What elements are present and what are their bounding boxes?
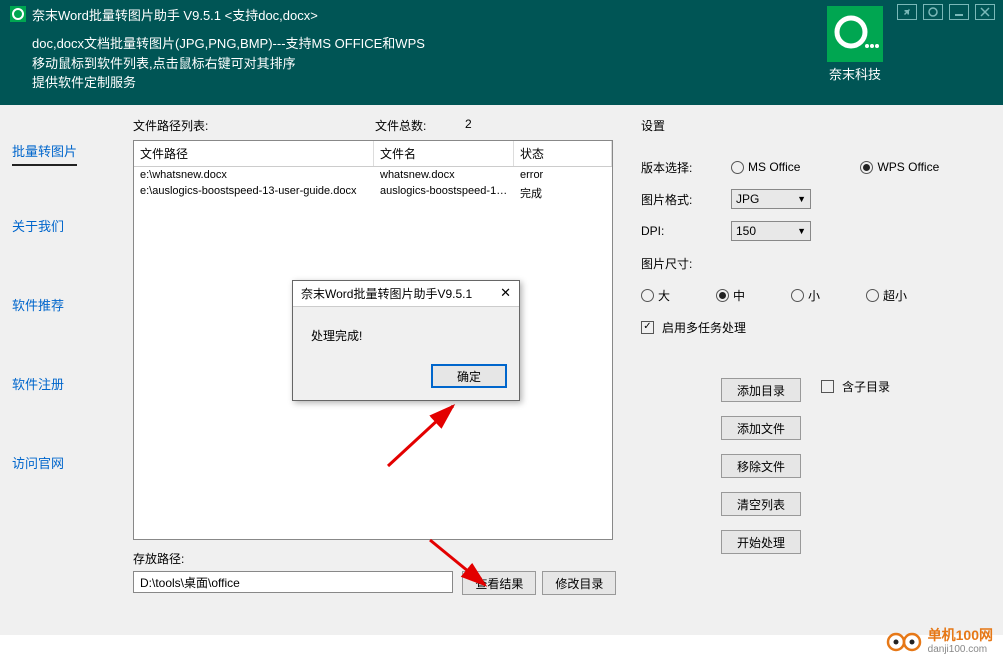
file-list-label: 文件路径列表:	[133, 117, 375, 134]
completion-dialog: 奈末Word批量转图片助手V9.5.1 ✕ 处理完成! 确定	[292, 280, 520, 401]
file-count-value: 2	[465, 117, 472, 134]
radio-size-large[interactable]: 大	[641, 287, 670, 304]
app-title: 奈末Word批量转图片助手 V9.5.1 <支持doc,docx>	[32, 5, 318, 24]
app-icon	[10, 6, 26, 22]
radio-size-small[interactable]: 小	[791, 287, 820, 304]
close-button[interactable]	[975, 4, 995, 20]
column-status[interactable]: 状态	[514, 141, 612, 166]
file-count-label: 文件总数:	[375, 117, 465, 134]
size-label: 图片尺寸:	[641, 255, 731, 272]
window-controls	[897, 4, 995, 20]
titlebar: 奈末Word批量转图片助手 V9.5.1 <支持doc,docx> doc,do…	[0, 0, 1003, 105]
dialog-close-button[interactable]: ✕	[500, 285, 511, 302]
remove-file-button[interactable]: 移除文件	[721, 454, 801, 478]
dpi-label: DPI:	[641, 224, 731, 238]
settings-panel: 设置 版本选择: MS Office WPS Office 图片格式: JPG▼…	[625, 105, 1003, 635]
minimize-button[interactable]	[949, 4, 969, 20]
settings-title: 设置	[641, 117, 983, 134]
brand-name: 奈末科技	[827, 64, 883, 83]
radio-size-xsmall[interactable]: 超小	[866, 287, 907, 304]
sidebar-item-recommend[interactable]: 软件推荐	[0, 289, 115, 320]
footer-brand-name: 单机100网	[928, 627, 993, 644]
cell-name: auslogics-boostspeed-13...	[374, 183, 514, 203]
cell-status: 完成	[514, 183, 612, 203]
radio-ms-office[interactable]: MS Office	[731, 160, 800, 174]
brand: 奈末科技	[827, 6, 883, 83]
chevron-down-icon: ▼	[797, 194, 806, 204]
footer-logo-icon	[886, 631, 922, 653]
save-path-input[interactable]	[133, 571, 453, 593]
format-select[interactable]: JPG▼	[731, 189, 811, 209]
dpi-select[interactable]: 150▼	[731, 221, 811, 241]
sidebar-item-website[interactable]: 访问官网	[0, 447, 115, 478]
sidebar: 批量转图片 关于我们 软件推荐 软件注册 访问官网	[0, 105, 115, 635]
radio-wps-office[interactable]: WPS Office	[860, 160, 939, 174]
table-row[interactable]: e:\whatsnew.docx whatsnew.docx error	[134, 167, 612, 183]
clear-list-button[interactable]: 清空列表	[721, 492, 801, 516]
add-dir-button[interactable]: 添加目录	[721, 378, 801, 402]
sidebar-item-register[interactable]: 软件注册	[0, 368, 115, 399]
pin-button[interactable]	[897, 4, 917, 20]
chevron-down-icon: ▼	[797, 226, 806, 236]
footer-watermark: 单机100网 danji100.com	[886, 627, 993, 656]
view-result-button[interactable]: 查看结果	[462, 571, 536, 595]
cell-path: e:\auslogics-boostspeed-13-user-guide.do…	[134, 183, 374, 203]
dialog-title-text: 奈末Word批量转图片助手V9.5.1	[301, 285, 472, 302]
brand-logo	[827, 6, 883, 62]
add-file-button[interactable]: 添加文件	[721, 416, 801, 440]
tray-button[interactable]	[923, 4, 943, 20]
cell-path: e:\whatsnew.docx	[134, 167, 374, 183]
checkbox-multitask[interactable]: ✓启用多任务处理	[641, 319, 746, 336]
format-label: 图片格式:	[641, 191, 731, 208]
change-dir-button[interactable]: 修改目录	[542, 571, 616, 595]
column-name[interactable]: 文件名	[374, 141, 514, 166]
radio-size-medium[interactable]: 中	[716, 287, 745, 304]
version-label: 版本选择:	[641, 159, 731, 176]
save-path-label: 存放路径:	[133, 550, 625, 567]
start-button[interactable]: 开始处理	[721, 530, 801, 554]
sidebar-item-about[interactable]: 关于我们	[0, 210, 115, 241]
cell-status: error	[514, 167, 612, 183]
footer-brand-url: danji100.com	[928, 644, 993, 656]
dialog-ok-button[interactable]: 确定	[431, 364, 507, 388]
cell-name: whatsnew.docx	[374, 167, 514, 183]
dialog-message: 处理完成!	[293, 307, 519, 356]
table-row[interactable]: e:\auslogics-boostspeed-13-user-guide.do…	[134, 183, 612, 203]
sidebar-item-convert[interactable]: 批量转图片	[12, 135, 77, 166]
checkbox-subdir[interactable]: 含子目录	[821, 378, 890, 395]
column-path[interactable]: 文件路径	[134, 141, 374, 166]
